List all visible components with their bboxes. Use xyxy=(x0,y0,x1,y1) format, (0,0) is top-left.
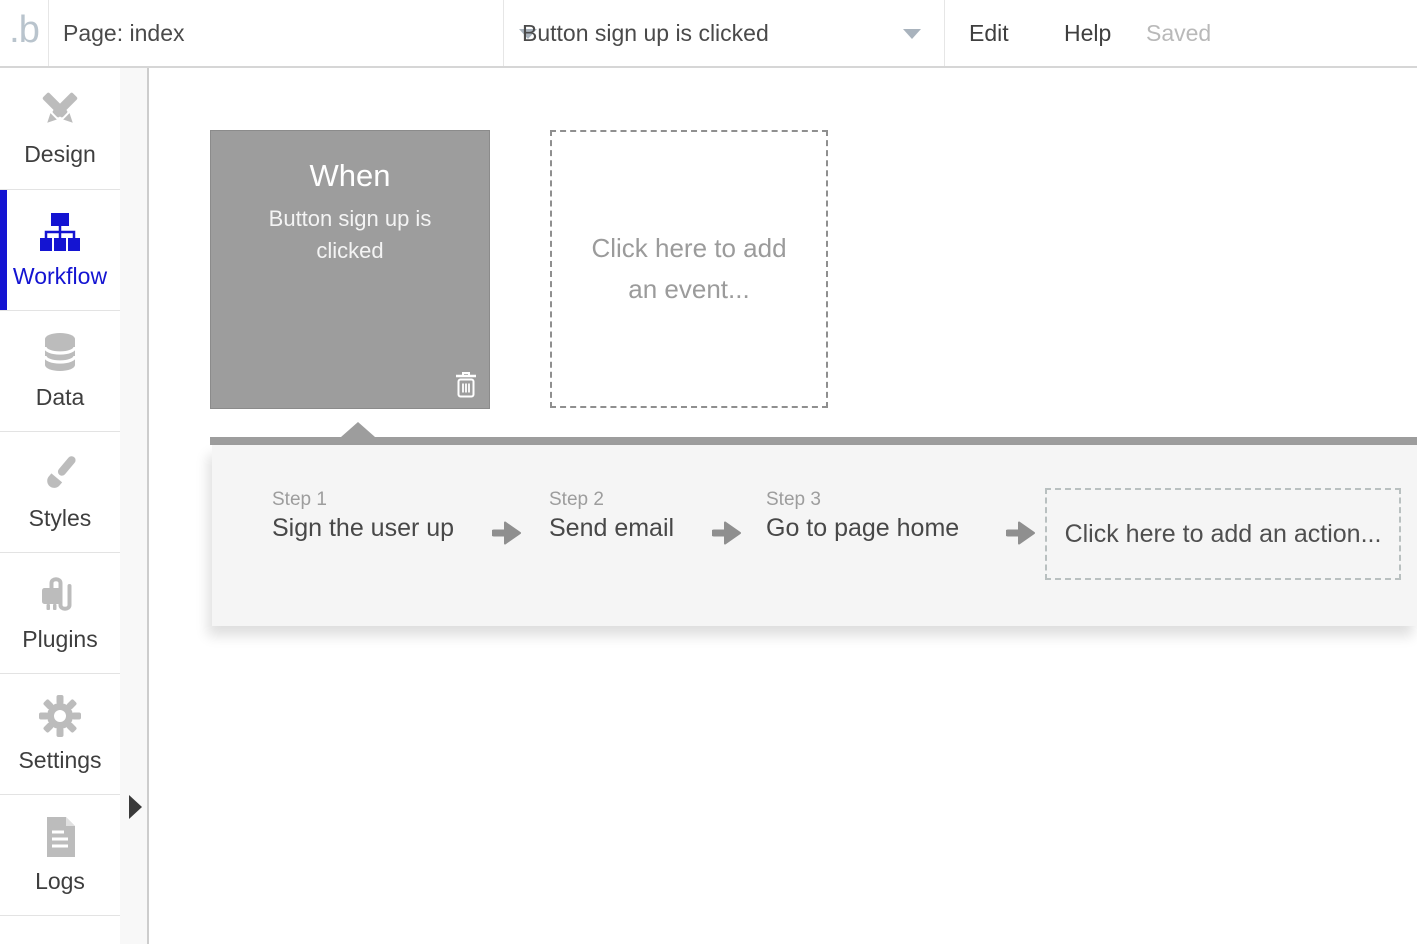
bubble-logo[interactable]: .b xyxy=(0,0,49,66)
sidebar-item-label: Settings xyxy=(18,747,102,773)
add-action-placeholder-text: Click here to add an action... xyxy=(1064,519,1382,548)
page-selector-dropdown[interactable]: Page: index xyxy=(48,0,537,66)
sidebar-item-workflow[interactable]: Workflow xyxy=(0,190,120,311)
step-number-label: Step 3 xyxy=(766,489,821,510)
action-steps-panel: Step 1 Sign the user up Step 2 Send emai… xyxy=(212,445,1417,626)
sidebar-item-styles[interactable]: Styles xyxy=(0,432,120,553)
event-selector-dropdown[interactable]: Button sign up is clicked xyxy=(503,0,945,66)
saved-status: Saved xyxy=(1146,19,1212,46)
sidebar-item-plugins[interactable]: Plugins xyxy=(0,553,120,674)
sidebar-item-logs[interactable]: Logs xyxy=(0,795,120,916)
sidebar-item-label: Plugins xyxy=(22,626,98,652)
design-tools-icon xyxy=(42,92,78,123)
plug-icon xyxy=(42,577,72,611)
chevron-down-icon xyxy=(903,29,921,39)
sidebar-item-settings[interactable]: Settings xyxy=(0,674,120,795)
help-menu-button[interactable]: Help xyxy=(1064,0,1111,66)
sidebar-item-label: Data xyxy=(35,384,85,410)
action-step-3[interactable]: Step 3 Go to page home xyxy=(766,489,959,543)
panel-top-bar xyxy=(210,437,1417,445)
page-selector-value: Page: index xyxy=(63,19,185,46)
event-selector-value: Button sign up is clicked xyxy=(522,19,769,46)
step-action-name: Send email xyxy=(549,514,675,542)
arrow-right-icon xyxy=(1006,521,1035,545)
sidebar-item-label: Workflow xyxy=(12,263,108,289)
add-action-placeholder[interactable]: Click here to add an action... xyxy=(1045,488,1401,580)
top-toolbar: .b Page: index Button sign up is clicked… xyxy=(0,0,1417,68)
gear-icon xyxy=(39,695,81,737)
event-card-subtitle: Button sign up is clicked xyxy=(268,206,432,263)
sidebar-item-label: Logs xyxy=(35,868,85,894)
panel-pointer-triangle xyxy=(341,422,375,437)
sidebar-item-data[interactable]: Data xyxy=(0,311,120,432)
sidebar-item-design[interactable]: Design xyxy=(0,66,120,190)
trash-icon[interactable] xyxy=(454,371,478,399)
arrow-right-icon xyxy=(492,521,521,545)
step-number-label: Step 1 xyxy=(272,489,327,510)
workflow-canvas[interactable]: When Button sign up is clicked Click her… xyxy=(149,66,1417,944)
event-card-selected[interactable]: When Button sign up is clicked xyxy=(210,130,490,409)
event-card-title: When xyxy=(309,158,391,193)
workflow-icon xyxy=(40,213,80,251)
left-sidebar: Design Workflow Data Styles Plugins Sett… xyxy=(0,66,120,944)
active-tab-indicator xyxy=(0,190,7,310)
expand-panel-arrow-icon[interactable] xyxy=(129,795,142,819)
step-action-name: Sign the user up xyxy=(272,514,455,542)
database-icon xyxy=(43,333,77,371)
arrow-right-icon xyxy=(712,521,741,545)
bubble-workflow-editor: .b Page: index Button sign up is clicked… xyxy=(0,0,1417,944)
sidebar-collapse-rail xyxy=(120,66,149,944)
step-action-name: Go to page home xyxy=(766,514,960,542)
action-step-1[interactable]: Step 1 Sign the user up xyxy=(272,489,454,543)
sidebar-item-label: Design xyxy=(24,140,96,167)
action-step-2[interactable]: Step 2 Send email xyxy=(549,489,674,543)
bubble-logo-text: .b xyxy=(9,8,40,51)
sidebar-item-label: Styles xyxy=(28,505,92,531)
add-event-placeholder[interactable]: Click here to add an event... xyxy=(550,130,828,408)
add-event-placeholder-text: Click here to add an event... xyxy=(591,233,787,304)
step-number-label: Step 2 xyxy=(549,489,604,510)
paintbrush-icon xyxy=(47,456,76,488)
edit-menu-button[interactable]: Edit xyxy=(969,0,1009,66)
document-icon xyxy=(47,817,75,857)
